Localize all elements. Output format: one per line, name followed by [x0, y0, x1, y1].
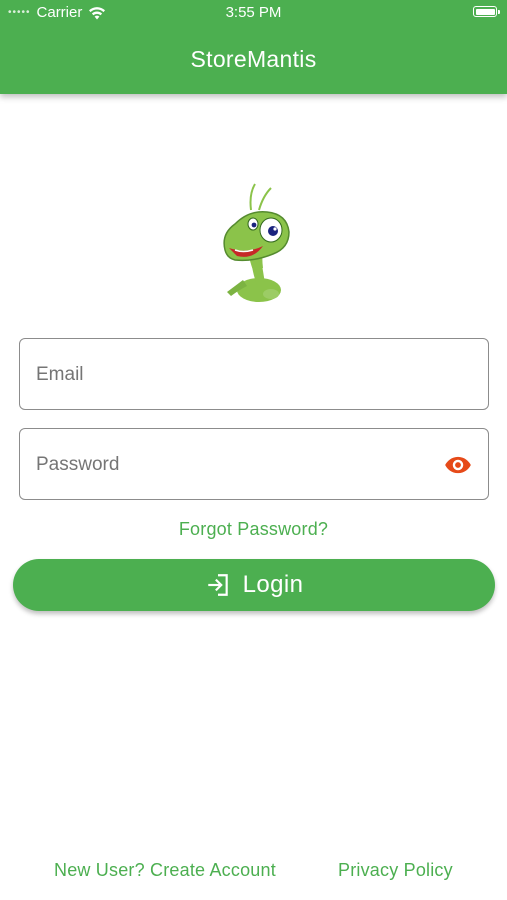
status-bar: ••••• Carrier 3:55 PM — [0, 0, 507, 26]
email-field[interactable] — [19, 338, 489, 411]
status-time: 3:55 PM — [225, 4, 282, 21]
login-icon — [207, 574, 228, 596]
battery-icon — [473, 6, 500, 17]
email-input[interactable] — [34, 339, 438, 411]
password-field[interactable] — [19, 428, 489, 501]
password-input[interactable] — [34, 429, 438, 501]
page-title: StoreMantis — [190, 46, 317, 72]
login-button[interactable]: Login — [13, 559, 495, 611]
create-account-link[interactable]: New User? Create Account — [54, 860, 276, 881]
mantis-mascot-logo — [223, 183, 290, 302]
app-bar: ••••• Carrier 3:55 PM StoreMantis — [0, 0, 507, 94]
eye-icon[interactable] — [444, 451, 472, 479]
privacy-policy-link[interactable]: Privacy Policy — [338, 860, 453, 881]
login-label: Login — [242, 571, 304, 598]
forgot-password-link[interactable]: Forgot Password? — [0, 519, 507, 540]
